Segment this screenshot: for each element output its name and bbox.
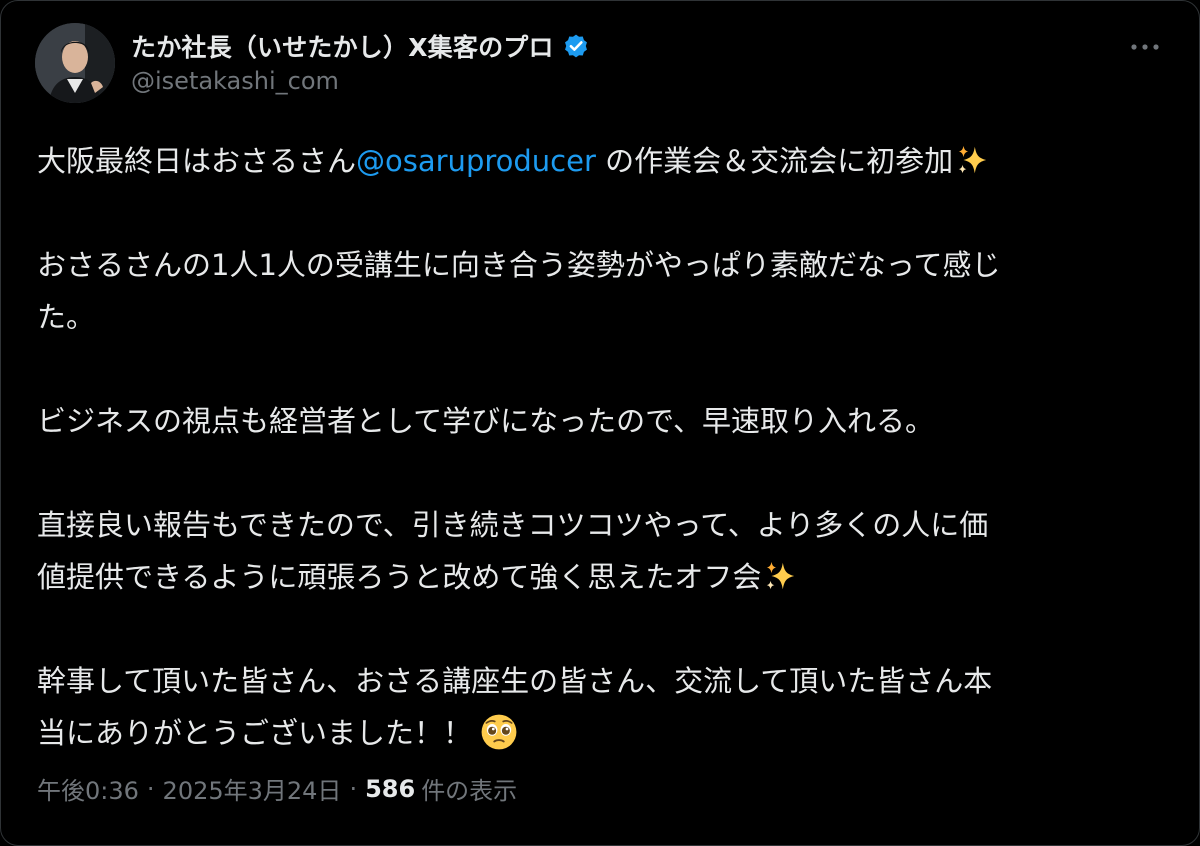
- author-handle[interactable]: @isetakashi_com: [131, 67, 590, 95]
- tweet-header: たか社長（いせたかし）X集客のプロ @isetakashi_com: [35, 23, 1169, 107]
- text-line: 値提供できるように頑張ろうと改めて強く思えたオフ会: [37, 560, 762, 594]
- text-line: ビジネスの視点も経営者として学びになったので、早速取り入れる。: [37, 404, 934, 438]
- avatar-image: [35, 23, 115, 103]
- text-line: 当にありがとうございました！！: [37, 716, 473, 750]
- tweet-meta: 午後0:36 · 2025年3月24日 · 586 件の表示: [37, 771, 517, 806]
- paragraph-1: 大阪最終日はおさるさん@osaruproducer の作業会＆交流会に初参加: [37, 135, 1167, 187]
- sparkles-icon: [958, 145, 987, 174]
- paragraph-5: 幹事して頂いた皆さん、おさる講座生の皆さん、交流して頂いた皆さん本 当にありがとう…: [37, 655, 1167, 759]
- text-line: おさるさんの1人1人の受講生に向き合う姿勢がやっぱり素敵だなって感じ: [37, 248, 1001, 282]
- verified-badge-icon[interactable]: [562, 32, 590, 60]
- meta-separator: ·: [349, 774, 358, 803]
- views-count[interactable]: 586: [365, 775, 415, 803]
- sparkles-icon: [767, 561, 795, 590]
- paragraph-4: 直接良い報告もできたので、引き続きコツコツやって、より多くの人に価 値提供できるよ…: [37, 499, 1167, 603]
- display-name[interactable]: たか社長（いせたかし）X集客のプロ: [131, 28, 554, 64]
- text-line: 幹事して頂いた皆さん、おさる講座生の皆さん、交流して頂いた皆さん本: [37, 664, 993, 698]
- pleading-face-icon: [481, 714, 517, 750]
- post-time[interactable]: 午後0:36: [37, 771, 139, 806]
- author-block: たか社長（いせたかし）X集客のプロ @isetakashi_com: [131, 29, 590, 95]
- text-segment: 大阪最終日はおさるさん: [37, 144, 357, 178]
- meta-separator: ·: [146, 774, 155, 803]
- mention-link[interactable]: @osaruproducer: [356, 144, 596, 178]
- paragraph-3: ビジネスの視点も経営者として学びになったので、早速取り入れる。: [37, 395, 1167, 447]
- avatar[interactable]: [35, 23, 115, 103]
- display-name-row: たか社長（いせたかし）X集客のプロ: [131, 29, 590, 63]
- paragraph-2: おさるさんの1人1人の受講生に向き合う姿勢がやっぱり素敵だなって感じ た。: [37, 239, 1167, 343]
- more-dots-icon: [1131, 44, 1159, 50]
- text-line: 直接良い報告もできたので、引き続きコツコツやって、より多くの人に価: [37, 508, 989, 542]
- post-date[interactable]: 2025年3月24日: [163, 771, 342, 806]
- text-segment: の作業会＆交流会に初参加: [595, 144, 954, 178]
- tweet-card: たか社長（いせたかし）X集客のプロ @isetakashi_com 大阪最終日は…: [0, 0, 1200, 846]
- more-options-button[interactable]: [1125, 31, 1165, 63]
- text-line: た。: [37, 300, 96, 334]
- tweet-text: 大阪最終日はおさるさん@osaruproducer の作業会＆交流会に初参加 お…: [37, 135, 1167, 759]
- views-label: 件の表示: [421, 777, 518, 805]
